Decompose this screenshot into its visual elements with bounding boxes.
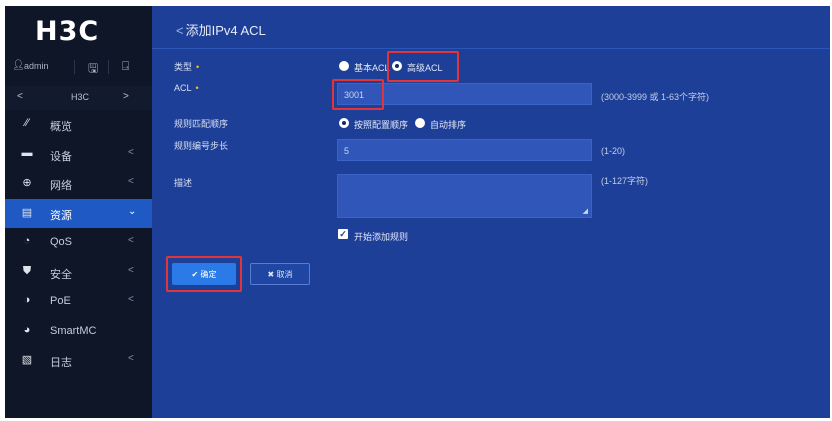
user-bar: 👤︎ admin 🖫︎ ⍈ xyxy=(5,58,152,78)
chevron-left-icon: < xyxy=(128,294,134,305)
divider xyxy=(74,60,75,74)
divider xyxy=(108,60,109,74)
smartmc-icon: ◕ xyxy=(23,323,31,336)
sidebar-item-label: 网络 xyxy=(50,180,72,192)
sidebar-item-log[interactable]: ▧ 日志 < xyxy=(5,346,152,376)
save-icon[interactable]: 🖫︎ xyxy=(88,59,98,80)
sidebar-item-poe[interactable]: ◑ PoE < xyxy=(5,287,152,317)
user-name[interactable]: admin xyxy=(24,61,49,71)
radio-basic-acl[interactable] xyxy=(339,61,349,71)
next-device-button[interactable]: > xyxy=(123,91,129,102)
dashboard-icon: ⁄⁄ xyxy=(25,117,29,129)
chevron-down-icon: ⌄ xyxy=(128,205,137,217)
sidebar-menu: ⁄⁄ 概览 ▬ 设备 < ⊕ 网络 < ▤ 资源 ⌄ ◔ QoS < ⛊ 安全 … xyxy=(5,110,152,376)
sidebar-item-label: 资源 xyxy=(50,209,72,222)
sidebar-item-security[interactable]: ⛊ 安全 < xyxy=(5,258,152,288)
highlight-advanced-acl xyxy=(387,51,459,82)
step-input[interactable]: 5 xyxy=(337,139,592,161)
device-name: H3C xyxy=(71,92,90,102)
acl-label: ACL • xyxy=(174,83,199,93)
back-button[interactable]: < xyxy=(176,23,184,38)
type-label-text: 类型 xyxy=(174,62,193,72)
chevron-left-icon: < xyxy=(128,176,134,187)
network-icon: ⊕ xyxy=(22,177,32,189)
log-icon: ▧ xyxy=(21,354,33,366)
radio-config-order[interactable] xyxy=(339,118,349,128)
radio-basic-acl-label: 基本ACL xyxy=(354,63,390,73)
step-hint: (1-20) xyxy=(601,146,626,156)
page-title: < 添加IPv4 ACL xyxy=(176,20,266,39)
resize-handle-icon[interactable]: ◢ xyxy=(583,207,588,215)
sidebar-item-resource[interactable]: ▤ 资源 ⌄ xyxy=(5,198,152,228)
user-icon: 👤︎ xyxy=(12,60,25,71)
sidebar-item-smartmc[interactable]: ◕ SmartMC xyxy=(5,317,152,347)
sidebar-item-qos[interactable]: ◔ QoS < xyxy=(5,228,152,258)
app-window: H3C 👤︎ admin 🖫︎ ⍈ < H3C > ⁄⁄ 概览 ▬ 设备 < ⊕… xyxy=(5,6,830,418)
start-add-rule-label: 开始添加规则 xyxy=(354,232,409,242)
sidebar-item-label: 日志 xyxy=(50,357,72,369)
resource-icon: ▤ xyxy=(21,206,33,219)
qos-icon: ◔ xyxy=(23,235,31,247)
step-label: 规则编号步长 xyxy=(174,141,229,151)
required-marker: • xyxy=(195,83,199,93)
acl-label-text: ACL xyxy=(174,83,192,93)
radio-auto-order[interactable] xyxy=(415,118,425,128)
cancel-button[interactable]: ✖ 取消 xyxy=(250,263,310,285)
sidebar-item-label: 安全 xyxy=(50,268,72,281)
security-icon: ⛊ xyxy=(22,264,32,277)
sidebar-item-label: SmartMC xyxy=(50,324,97,337)
page-title-text: 添加IPv4 ACL xyxy=(185,23,266,38)
divider xyxy=(152,48,830,49)
highlight-acl-number xyxy=(332,79,384,110)
radio-config-order-label: 按照配置顺序 xyxy=(354,120,409,130)
sidebar-item-device[interactable]: ▬ 设备 < xyxy=(5,140,152,170)
description-label: 描述 xyxy=(174,178,193,188)
sidebar: H3C 👤︎ admin 🖫︎ ⍈ < H3C > ⁄⁄ 概览 ▬ 设备 < ⊕… xyxy=(5,6,152,418)
description-hint: (1-127字符) xyxy=(601,176,649,186)
start-add-rule-checkbox[interactable]: ✓ xyxy=(338,229,348,239)
device-switcher: < H3C > xyxy=(5,86,152,110)
sidebar-item-network[interactable]: ⊕ 网络 < xyxy=(5,169,152,199)
highlight-ok-button xyxy=(166,256,242,292)
radio-auto-order-label: 自动排序 xyxy=(430,120,467,130)
chevron-left-icon: < xyxy=(128,353,134,364)
sidebar-item-label: QoS xyxy=(50,236,73,248)
type-label: 类型 • xyxy=(174,60,199,73)
chevron-left-icon: < xyxy=(128,235,134,246)
sidebar-item-label: PoE xyxy=(50,295,71,307)
sidebar-item-label: 概览 xyxy=(50,121,72,133)
main-panel: < 添加IPv4 ACL 类型 • 基本ACL 高级ACL ACL • 3001 (3… xyxy=(152,6,830,418)
logout-icon[interactable]: ⍈ xyxy=(122,59,129,74)
sidebar-item-label: 设备 xyxy=(50,150,72,163)
h3c-logo: H3C xyxy=(35,16,100,47)
chevron-left-icon: < xyxy=(128,264,134,276)
required-marker: • xyxy=(196,62,200,72)
poe-icon: ◑ xyxy=(23,294,31,306)
prev-device-button[interactable]: < xyxy=(17,91,23,102)
sidebar-item-overview[interactable]: ⁄⁄ 概览 xyxy=(5,110,152,140)
chevron-left-icon: < xyxy=(128,146,134,158)
device-icon: ▬ xyxy=(21,146,33,159)
match-order-label: 规则匹配顺序 xyxy=(174,119,229,129)
acl-hint: (3000-3999 或 1-63个字符) xyxy=(601,92,710,102)
description-textarea[interactable]: ◢ xyxy=(337,174,592,218)
